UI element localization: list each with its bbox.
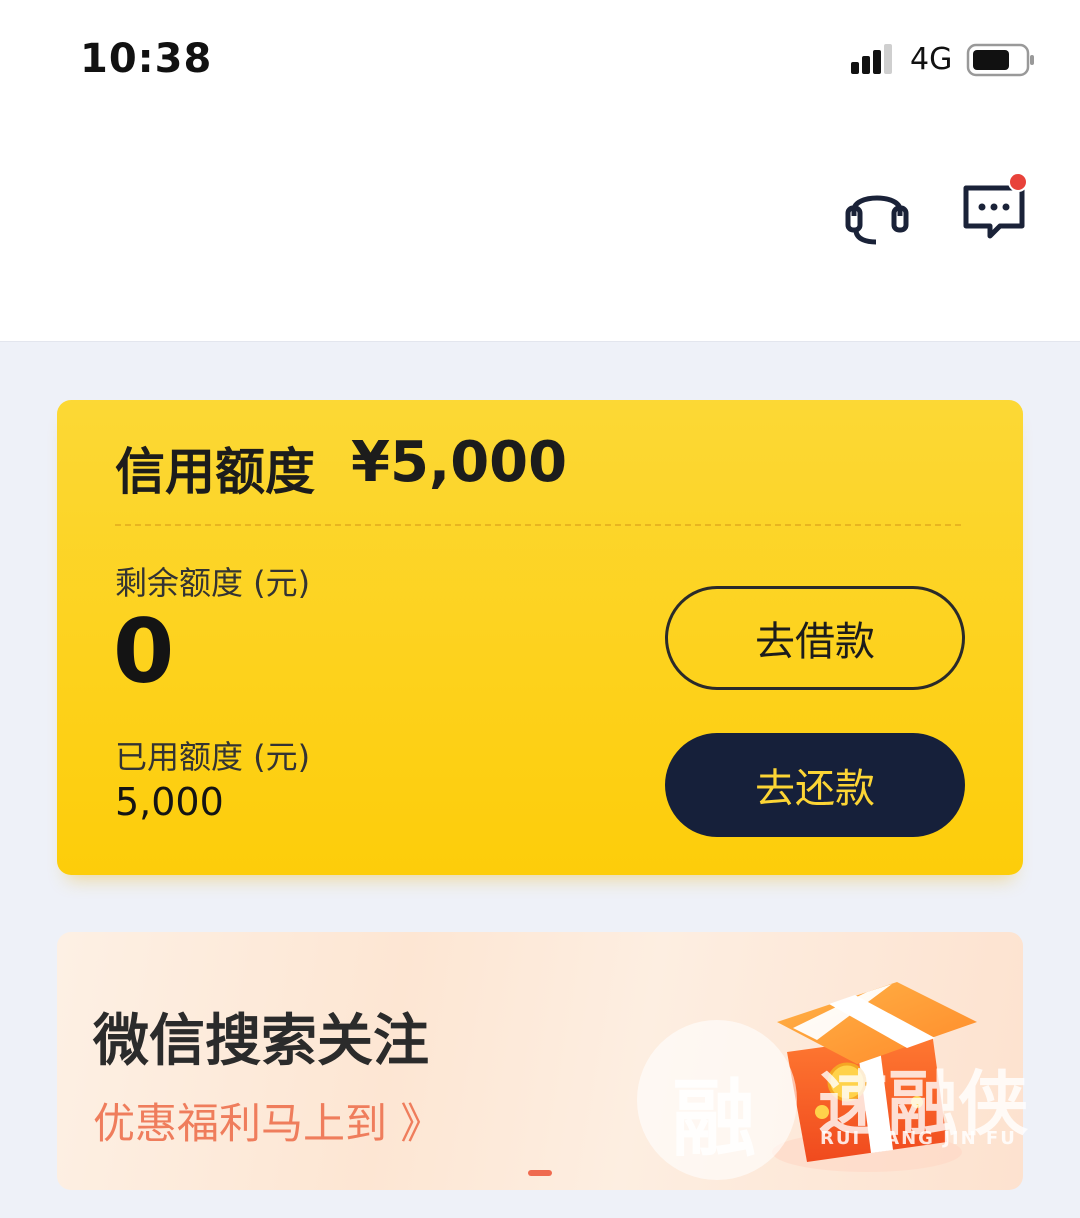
- message-icon[interactable]: [960, 172, 1030, 244]
- dashed-divider: [115, 524, 961, 526]
- banner-subtitle[interactable]: 优惠福利马上到 》: [93, 1090, 442, 1151]
- remaining-value: 0: [113, 600, 175, 703]
- top-header: 10:38 4G: [0, 0, 1080, 342]
- watermark-subtext: RUI BANG JIN FU: [820, 1128, 1017, 1149]
- credit-limit-amount: ¥5,000: [351, 430, 568, 495]
- used-label: 已用额度 (元): [115, 738, 311, 776]
- carousel-indicator: [528, 1170, 552, 1176]
- headset-icon[interactable]: [842, 180, 912, 246]
- status-time: 10:38: [80, 36, 213, 82]
- credit-card: 信用额度 ¥5,000 剩余额度 (元) 0 已用额度 (元) 5,000 去借…: [57, 400, 1023, 875]
- battery-icon: [966, 43, 1034, 77]
- remaining-label: 剩余额度 (元): [115, 564, 311, 602]
- borrow-button[interactable]: 去借款: [665, 586, 965, 690]
- used-value: 5,000: [115, 780, 224, 824]
- notification-dot: [1008, 172, 1028, 192]
- watermark-glyph: 融: [672, 1070, 757, 1168]
- repay-button[interactable]: 去还款: [665, 733, 965, 837]
- network-type: 4G: [910, 42, 953, 77]
- signal-icon: [851, 44, 892, 74]
- credit-limit-title: 信用额度: [115, 443, 315, 501]
- banner-title: 微信搜索关注: [93, 1009, 429, 1074]
